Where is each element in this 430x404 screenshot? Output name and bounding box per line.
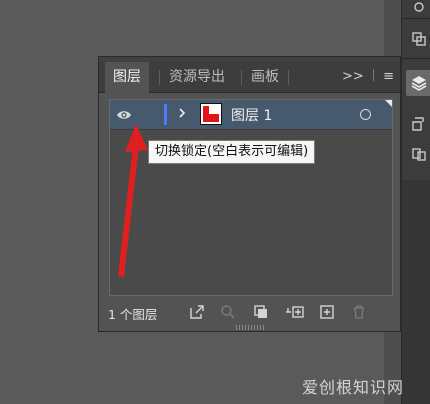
right-toolbar bbox=[401, 0, 430, 404]
panel-tab-bar: 图层 资源导出 画板 >> ≡ bbox=[99, 62, 400, 93]
export-icon[interactable] bbox=[410, 115, 428, 133]
artboards-icon[interactable] bbox=[410, 145, 428, 163]
hamburger-menu-icon[interactable]: ≡ bbox=[383, 69, 394, 84]
new-layer-icon[interactable] bbox=[319, 304, 337, 322]
selection-corner-icon bbox=[385, 100, 392, 107]
collect-export-icon[interactable] bbox=[189, 304, 207, 322]
expand-arrow-icon[interactable] bbox=[176, 106, 188, 122]
toolbar-empty-area bbox=[402, 180, 430, 404]
layer-count: 1 个图层 bbox=[108, 307, 158, 322]
delete-layer-icon[interactable] bbox=[351, 304, 369, 322]
panel-tools: >> ≡ bbox=[342, 62, 394, 92]
lock-toggle[interactable] bbox=[140, 103, 162, 126]
panel-resize-handle[interactable] bbox=[236, 325, 264, 330]
tab-artboards[interactable]: 画板 bbox=[243, 62, 287, 92]
layer-name[interactable]: 图层 1 bbox=[231, 105, 272, 125]
panel-footer: 1 个图层 bbox=[99, 300, 400, 326]
layer-row[interactable]: 图层 1 bbox=[110, 100, 392, 130]
layer-thumbnail bbox=[200, 103, 222, 125]
watermark: 爱创根知识网 bbox=[301, 378, 404, 397]
layer-color-bar bbox=[164, 104, 167, 125]
eye-icon[interactable] bbox=[116, 107, 132, 123]
tab-layers[interactable]: 图层 bbox=[105, 62, 149, 93]
new-sublayer-icon[interactable] bbox=[285, 304, 304, 322]
layers-panel: 图层 资源导出 画板 >> ≡ 图层 1 1 个图层 bbox=[98, 56, 401, 332]
link-icon[interactable] bbox=[410, 30, 428, 48]
tooltip: 切换锁定(空白表示可编辑) bbox=[148, 140, 316, 164]
more-tabs-button[interactable]: >> bbox=[342, 69, 364, 84]
sun-icon[interactable] bbox=[410, 0, 428, 18]
tab-asset-export[interactable]: 资源导出 bbox=[161, 62, 233, 92]
layers-panel-icon[interactable] bbox=[406, 70, 430, 96]
locate-object-icon[interactable] bbox=[220, 304, 238, 322]
clipping-mask-icon[interactable] bbox=[253, 304, 271, 322]
target-circle-icon[interactable] bbox=[360, 109, 371, 120]
layers-list: 图层 1 bbox=[109, 99, 393, 296]
